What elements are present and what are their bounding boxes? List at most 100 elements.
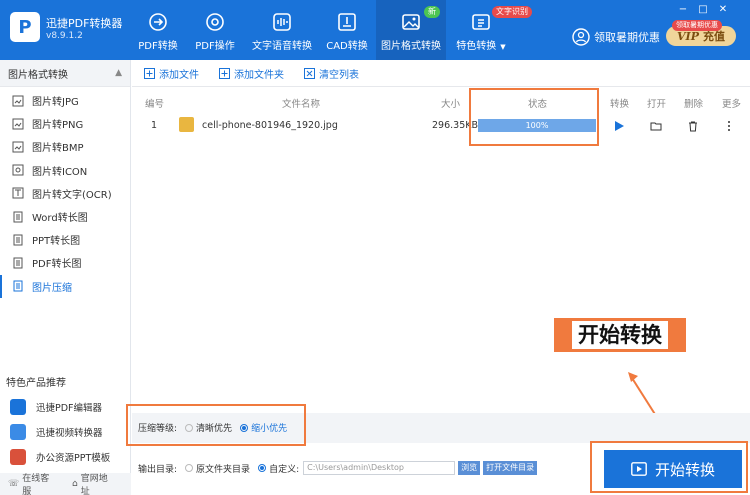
sidebar-item-5[interactable]: 图片转文字(OCR): [0, 182, 130, 205]
app-version: v8.9.1.2: [46, 31, 83, 41]
nav-audio-convert[interactable]: 文字语音转换: [247, 0, 317, 60]
table-header: 编号 文件名称 大小 状态 转换 打开 删除 更多: [132, 93, 750, 111]
sidebar-item-label: 图片转JPG: [32, 97, 79, 109]
sidebar: 图片格式转换 ▲ 图片转JPG 图片转PNG 图片转BMP 图片转ICON 图片转文字(…: [0, 60, 131, 495]
chevron-up-icon: ▲: [115, 68, 122, 78]
col-open: 打开: [647, 99, 667, 110]
table-row[interactable]: 1 cell-phone-801946_1920.jpg 296.35KB 10…: [132, 114, 750, 138]
text-icon: [12, 187, 24, 199]
sidebar-item-7[interactable]: PPT转长图: [0, 228, 130, 251]
image-file-icon: [179, 117, 194, 132]
compress-icon: [13, 280, 23, 292]
vip-promo-tag: 领取暑期优惠: [672, 20, 722, 31]
sidebar-item-9[interactable]: 图片压缩: [0, 274, 130, 298]
icon-file-icon: [12, 164, 24, 176]
sidebar-footer: ☏ 在线客服 ⌂ 官网地址: [0, 473, 131, 495]
status-highlight-box: [469, 88, 599, 146]
ocr-badge: 文字识别: [492, 6, 532, 18]
col-more: 更多: [722, 99, 742, 110]
document-icon: [13, 211, 23, 223]
col-delete: 删除: [684, 99, 704, 110]
row-index: 1: [151, 120, 158, 131]
sidebar-item-4[interactable]: 图片转ICON: [0, 159, 130, 182]
pdf-editor-icon: [10, 399, 26, 415]
maximize-button[interactable]: □: [696, 4, 710, 15]
user-icon: [572, 28, 590, 46]
promo-link[interactable]: 领取暑期优惠: [572, 28, 660, 46]
audio-wave-icon: [273, 13, 291, 31]
sidebar-item-label: PPT转长图: [32, 236, 81, 248]
col-size: 大小: [441, 99, 461, 110]
nav-pdf-operate[interactable]: PDF操作: [180, 0, 250, 60]
headset-icon: ☏: [8, 479, 20, 489]
ppt-template-icon: [10, 449, 26, 465]
pdf-operate-icon: [206, 13, 224, 31]
sidebar-item-label: 图片压缩: [32, 282, 72, 294]
toolbar: 添加文件 添加文件夹 清空列表: [132, 60, 750, 87]
callout-label: 开始转换: [554, 318, 686, 352]
sidebar-item-8[interactable]: PDF转长图: [0, 251, 130, 274]
sidebar-section-header[interactable]: 图片格式转换 ▲: [0, 60, 130, 87]
new-badge: 新: [424, 6, 440, 18]
sidebar-item-1[interactable]: 图片转JPG: [0, 89, 130, 112]
sidebar-list: 图片转JPG 图片转PNG 图片转BMP 图片转ICON 图片转文字(OCR) Word转…: [0, 87, 130, 298]
sidebar-item-6[interactable]: Word转长图: [0, 205, 130, 228]
title-bar: P 迅捷PDF转换器 v8.9.1.2 PDF转换 PDF操作 文字语音转换 C…: [0, 0, 750, 60]
open-folder-button[interactable]: 打开文件目录: [483, 461, 538, 475]
nav-special-convert[interactable]: 特色转换 ▼ 文字识别: [446, 0, 532, 60]
app-logo: P: [10, 12, 40, 42]
add-file-icon: [144, 67, 155, 79]
output-path-input[interactable]: C:\Users\admin\Desktop: [303, 461, 456, 475]
image-icon: [12, 95, 24, 107]
add-file-button[interactable]: 添加文件: [144, 66, 199, 81]
col-index: 编号: [145, 99, 165, 110]
document-icon: [13, 234, 23, 246]
online-service-link[interactable]: ☏ 在线客服: [8, 471, 62, 495]
browse-button[interactable]: 浏览: [458, 461, 481, 475]
recommend-ppt-template[interactable]: 办公资源PPT模板: [10, 447, 110, 467]
recommend-pdf-editor[interactable]: 迅捷PDF编辑器: [10, 397, 102, 417]
close-button[interactable]: ✕: [716, 4, 730, 15]
play-icon[interactable]: [613, 120, 625, 132]
video-converter-icon: [10, 424, 26, 440]
home-icon: ⌂: [71, 479, 78, 489]
image-icon: [402, 14, 420, 30]
clear-list-button[interactable]: 清空列表: [304, 66, 359, 81]
cad-icon: [338, 13, 356, 31]
image-icon: [12, 141, 24, 153]
row-filename: cell-phone-801946_1920.jpg: [202, 120, 338, 131]
special-convert-icon: [472, 14, 490, 30]
image-icon: [12, 118, 24, 130]
trash-icon[interactable]: [687, 120, 699, 132]
sidebar-item-label: 图片转BMP: [32, 143, 84, 155]
recommend-title: 特色产品推荐: [6, 378, 66, 389]
sidebar-item-label: 图片转文字(OCR): [32, 189, 112, 201]
document-icon: [13, 257, 23, 269]
nav-image-convert[interactable]: 图片格式转换 新: [376, 0, 446, 60]
col-name: 文件名称: [282, 99, 321, 110]
minimize-button[interactable]: −: [676, 4, 690, 15]
sidebar-item-label: 图片转ICON: [32, 166, 88, 178]
sidebar-item-label: 图片转PNG: [32, 120, 84, 132]
radio-custom-folder[interactable]: [258, 464, 267, 472]
sidebar-item-3[interactable]: 图片转BMP: [0, 135, 130, 158]
radio-source-folder[interactable]: [185, 464, 194, 472]
nav-cad-convert[interactable]: CAD转换: [312, 0, 382, 60]
folder-icon[interactable]: [650, 120, 662, 132]
website-link[interactable]: ⌂ 官网地址: [72, 471, 121, 495]
col-convert: 转换: [610, 99, 630, 110]
add-folder-icon: [219, 67, 230, 79]
options-highlight-box: [126, 404, 306, 446]
clear-list-icon: [304, 67, 315, 79]
sidebar-item-label: Word转长图: [32, 213, 88, 225]
recommend-video-converter[interactable]: 迅捷视频转换器: [10, 422, 103, 442]
add-folder-button[interactable]: 添加文件夹: [219, 66, 284, 81]
sidebar-item-2[interactable]: 图片转PNG: [0, 112, 130, 135]
pdf-convert-icon: [149, 13, 167, 31]
chevron-down-icon: ▼: [500, 43, 506, 51]
start-highlight-box: [590, 441, 748, 493]
output-dir-row: 输出目录: 原文件夹目录 自定义: C:\Users\admin\Desktop…: [138, 461, 538, 475]
sidebar-item-label: PDF转长图: [32, 259, 82, 271]
more-icon[interactable]: [726, 120, 732, 132]
app-name: 迅捷PDF转换器: [46, 17, 123, 30]
